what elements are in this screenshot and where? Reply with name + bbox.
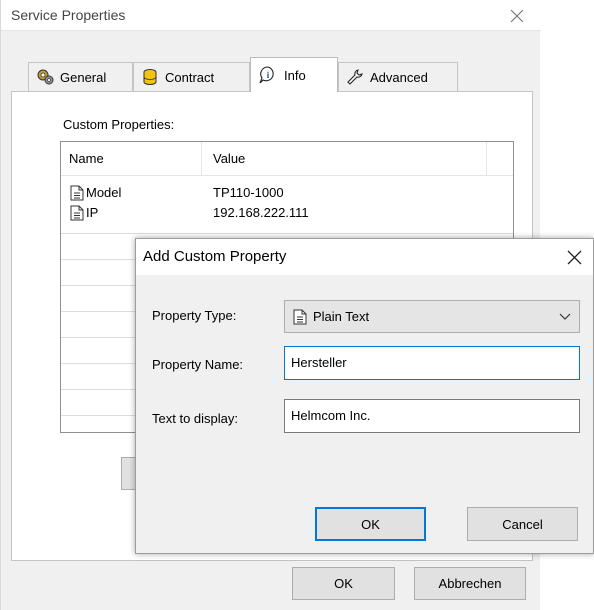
list-item[interactable]: IP 192.168.222.111: [61, 204, 513, 229]
grid-line: [61, 233, 513, 234]
close-icon[interactable]: [557, 241, 591, 273]
property-name: IP: [86, 205, 99, 220]
tab-general[interactable]: General: [28, 62, 133, 91]
add-custom-property-dialog: Add Custom Property Property Type: Plain…: [135, 238, 594, 554]
tab-label: Info: [284, 67, 306, 83]
text-to-display-field[interactable]: Helmcom Inc.: [284, 399, 580, 433]
tab-contract[interactable]: Contract: [133, 62, 250, 91]
wrench-icon: [347, 69, 363, 85]
column-separator[interactable]: [486, 142, 487, 176]
property-value: TP110-1000: [213, 185, 284, 200]
property-name-label: Property Name:: [152, 357, 244, 372]
text-to-display-value: Helmcom Inc.: [291, 408, 371, 423]
tab-label: Contract: [165, 69, 215, 85]
database-icon: [143, 69, 157, 85]
tab-advanced[interactable]: Advanced: [338, 62, 458, 91]
property-value: 192.168.222.111: [213, 205, 309, 220]
custom-properties-label: Custom Properties:: [63, 117, 175, 132]
gears-icon: [37, 69, 54, 85]
chevron-down-icon: [559, 313, 571, 320]
property-name-field[interactable]: Hersteller: [284, 346, 580, 380]
info-icon: i: [259, 66, 274, 84]
ok-button[interactable]: OK: [292, 567, 395, 600]
property-name: Model: [86, 185, 122, 200]
title-bar: Service Properties: [1, 0, 541, 31]
window-title: Service Properties: [11, 7, 126, 23]
property-type-value: Plain Text: [313, 309, 370, 324]
document-icon: [70, 185, 84, 201]
property-name-value: Hersteller: [291, 355, 347, 370]
column-header-name[interactable]: Name: [69, 151, 104, 166]
property-type-label: Property Type:: [152, 308, 237, 323]
dialog-ok-button[interactable]: OK: [315, 507, 426, 541]
dialog-cancel-button[interactable]: Cancel: [467, 507, 578, 541]
close-icon[interactable]: [501, 0, 533, 31]
column-separator[interactable]: [201, 142, 202, 176]
list-header: Name Value: [61, 142, 513, 176]
abbrechen-button[interactable]: Abbrechen: [414, 567, 526, 600]
document-icon: [293, 309, 307, 325]
dialog-title-bar: Add Custom Property: [136, 239, 593, 275]
tab-info[interactable]: i Info: [250, 57, 338, 92]
text-to-display-label: Text to display:: [152, 411, 238, 426]
dialog-title: Add Custom Property: [143, 248, 287, 265]
property-type-select[interactable]: Plain Text: [284, 300, 580, 333]
tab-label: General: [60, 69, 107, 85]
column-header-value[interactable]: Value: [213, 151, 245, 166]
tab-label: Advanced: [370, 69, 428, 85]
document-icon: [70, 205, 84, 221]
